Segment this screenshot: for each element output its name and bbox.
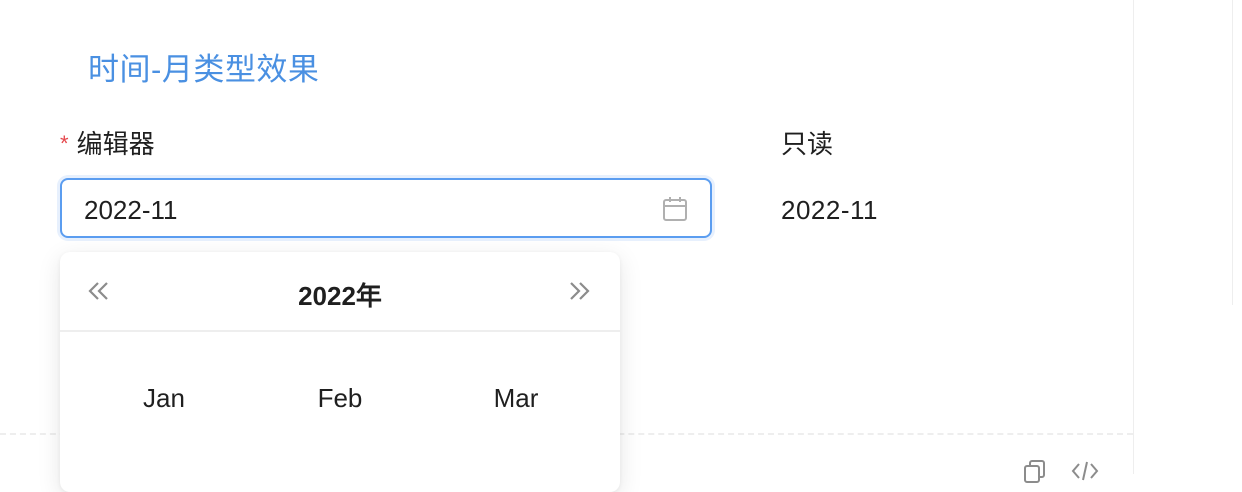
double-chevron-right-icon[interactable] (564, 276, 594, 306)
copy-icon[interactable] (1022, 458, 1048, 484)
editor-label-text: 编辑器 (76, 129, 155, 159)
readonly-value: 2022-11 (781, 195, 878, 225)
picker-year-title[interactable]: 2022年 (60, 276, 620, 313)
picker-header: 2022年 (60, 252, 620, 332)
month-picker-value[interactable]: 2022-11 (84, 195, 178, 226)
editor-label: * 编辑器 (60, 124, 155, 161)
month-picker-input[interactable]: 2022-11 (60, 178, 712, 238)
code-icon[interactable] (1070, 458, 1099, 484)
month-picker-dropdown: 2022年 (60, 252, 620, 492)
month-cell-feb[interactable]: Feb (280, 383, 400, 414)
scrollbar-track[interactable] (1232, 0, 1233, 305)
month-cell-jan[interactable]: Jan (104, 383, 224, 414)
month-cell-mar[interactable]: Mar (456, 383, 576, 414)
required-mark: * (60, 131, 69, 156)
section-title: 时间-月类型效果 (88, 52, 320, 87)
calendar-icon[interactable] (662, 196, 688, 222)
readonly-label: 只读 (781, 129, 834, 159)
code-toolbar (1018, 458, 1108, 483)
right-panel-divider (1133, 0, 1134, 474)
